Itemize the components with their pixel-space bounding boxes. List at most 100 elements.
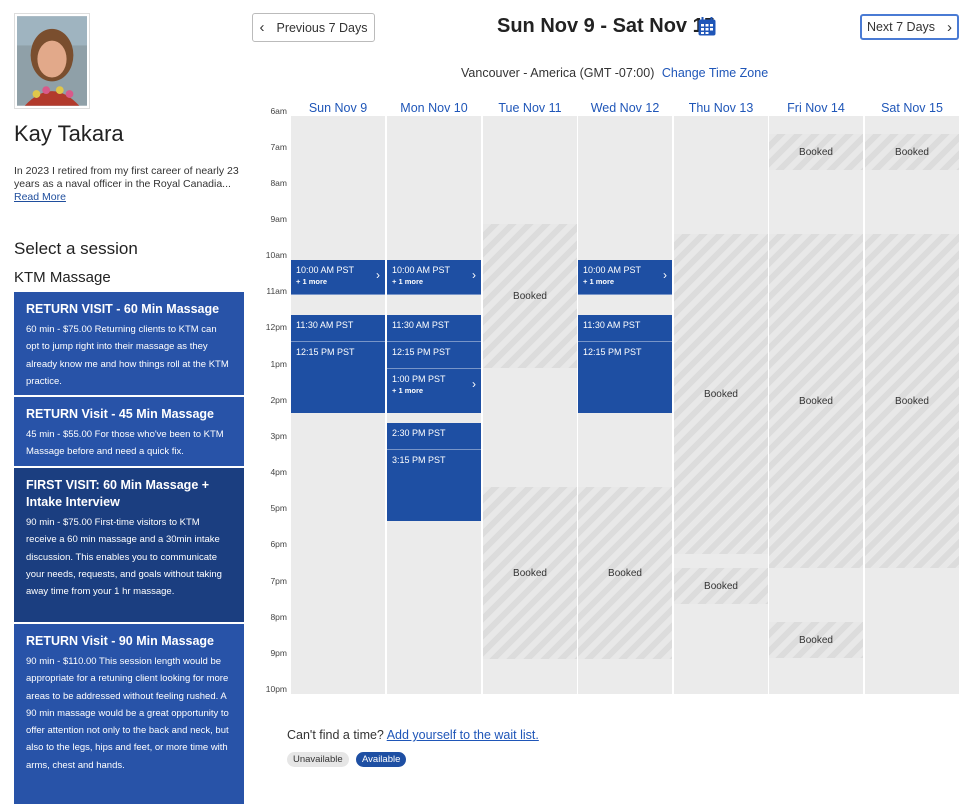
- time-slot-mon-1430[interactable]: 2:30 PM PST: [387, 423, 481, 450]
- booked-block: Booked: [769, 234, 863, 568]
- hour-label: 6am: [270, 106, 287, 116]
- legend-available: Available: [356, 752, 407, 767]
- booked-block: Booked: [674, 234, 768, 554]
- hour-label: 9pm: [270, 648, 287, 658]
- session-desc: 45 min - $55.00 For those who've been to…: [26, 429, 224, 458]
- hour-label: 8pm: [270, 612, 287, 622]
- time-slot-wed-1130[interactable]: 11:30 AM PST: [578, 315, 672, 342]
- slot-time: 1:00 PM PST: [392, 374, 446, 384]
- calendar-icon[interactable]: [698, 17, 716, 36]
- session-card-first-visit[interactable]: FIRST VISIT: 60 Min Massage + Intake Int…: [14, 468, 244, 622]
- time-slot-mon-1000[interactable]: 10:00 AM PST + 1 more ›: [387, 260, 481, 295]
- booked-block: Booked: [769, 134, 863, 170]
- next-label: Next 7 Days: [866, 20, 936, 34]
- booked-block: Booked: [769, 622, 863, 658]
- slot-more: + 1 more: [392, 277, 424, 286]
- day-header-fri: Fri Nov 14: [787, 101, 845, 115]
- change-time-zone-link[interactable]: Change Time Zone: [662, 66, 768, 80]
- session-category: KTM Massage: [14, 269, 111, 286]
- hour-label: 10am: [265, 250, 287, 260]
- hour-label: 2pm: [270, 395, 287, 405]
- booked-block: Booked: [674, 568, 768, 604]
- hour-label: 12pm: [265, 322, 287, 332]
- slot-time: 11:30 AM PST: [392, 320, 450, 330]
- chevron-right-icon: ›: [376, 268, 380, 282]
- chevron-left-icon: ‹: [259, 19, 265, 36]
- wait-list-row: Can't find a time? Add yourself to the w…: [287, 728, 539, 742]
- hour-label: 10pm: [265, 684, 287, 694]
- time-slot-mon-1515[interactable]: 3:15 PM PST: [387, 450, 481, 521]
- hour-label: 11am: [266, 286, 287, 296]
- day-header-sat: Sat Nov 15: [881, 101, 943, 115]
- select-session-heading: Select a session: [14, 239, 138, 258]
- slot-more: + 1 more: [392, 386, 424, 395]
- day-header-tue: Tue Nov 11: [498, 101, 562, 115]
- slot-time: 12:15 PM PST: [392, 347, 451, 357]
- slot-more: + 1 more: [583, 277, 615, 286]
- provider-bio: In 2023 I retired from my first career o…: [14, 165, 240, 204]
- time-slot-mon-1300[interactable]: 1:00 PM PST + 1 more ›: [387, 369, 481, 413]
- booked-block: Booked: [578, 487, 672, 659]
- time-slot-mon-1130[interactable]: 11:30 AM PST: [387, 315, 481, 342]
- day-header-mon: Mon Nov 10: [400, 101, 468, 115]
- slot-time: 11:30 AM PST: [583, 320, 641, 330]
- slot-more: + 1 more: [296, 277, 328, 286]
- session-card-return-90[interactable]: RETURN Visit - 90 Min Massage 90 min - $…: [14, 624, 244, 804]
- hour-label: 6pm: [270, 539, 287, 549]
- booked-block: Booked: [865, 234, 959, 568]
- session-card-return-45[interactable]: RETURN Visit - 45 Min Massage 45 min - $…: [14, 397, 244, 466]
- provider-name: Kay Takara: [14, 121, 124, 146]
- time-slot-sun-1215[interactable]: 12:15 PM PST: [291, 342, 385, 413]
- session-desc: 90 min - $75.00 First-time visitors to K…: [26, 517, 222, 598]
- read-more-link[interactable]: Read More: [14, 191, 66, 203]
- next-7-days-button[interactable]: Next 7 Days ›: [860, 14, 959, 40]
- session-desc: 90 min - $110.00 This session length wou…: [26, 656, 229, 771]
- booked-block: Booked: [865, 134, 959, 170]
- provider-photo-image: [17, 16, 87, 106]
- day-header-sun: Sun Nov 9: [308, 101, 368, 115]
- wait-list-link[interactable]: Add yourself to the wait list.: [387, 728, 539, 742]
- chevron-right-icon: ›: [663, 268, 667, 282]
- booked-block: Booked: [483, 224, 577, 368]
- chevron-right-icon: ›: [947, 18, 953, 36]
- day-header-thu: Thu Nov 13: [688, 101, 754, 115]
- booked-block: Booked: [483, 487, 577, 659]
- chevron-right-icon: ›: [472, 377, 476, 391]
- time-slot-mon-1215[interactable]: 12:15 PM PST: [387, 342, 481, 369]
- wait-list-prompt: Can't find a time?: [287, 728, 384, 742]
- chevron-right-icon: ›: [472, 268, 476, 282]
- provider-bio-text: In 2023 I retired from my first career o…: [14, 165, 239, 190]
- hour-label: 7am: [270, 142, 287, 152]
- slot-time: 10:00 AM PST: [392, 265, 451, 275]
- session-title: FIRST VISIT: 60 Min Massage + Intake Int…: [26, 478, 210, 509]
- time-slot-wed-1215[interactable]: 12:15 PM PST: [578, 342, 672, 413]
- slot-time: 10:00 AM PST: [296, 265, 355, 275]
- hour-label: 1pm: [270, 359, 287, 369]
- slot-time: 3:15 PM PST: [392, 455, 446, 465]
- hour-label: 3pm: [270, 431, 287, 441]
- hour-label: 7pm: [270, 576, 287, 586]
- hour-label: 4pm: [270, 467, 287, 477]
- time-slot-sun-1000[interactable]: 10:00 AM PST + 1 more ›: [291, 260, 385, 295]
- previous-label: Previous 7 Days: [276, 20, 368, 35]
- timezone-row: Vancouver - America (GMT -07:00) Change …: [461, 66, 768, 80]
- session-title: RETURN Visit - 45 Min Massage: [26, 407, 215, 421]
- date-range-title: Sun Nov 9 - Sat Nov 15: [497, 15, 715, 37]
- session-title: RETURN Visit - 90 Min Massage: [26, 634, 215, 648]
- hour-label: 5pm: [270, 503, 287, 513]
- session-desc: 60 min - $75.00 Returning clients to KTM…: [26, 324, 229, 387]
- time-slot-sun-1130[interactable]: 11:30 AM PST: [291, 315, 385, 342]
- day-header-wed: Wed Nov 12: [590, 101, 660, 115]
- slot-time: 12:15 PM PST: [296, 347, 355, 357]
- slot-time: 10:00 AM PST: [583, 265, 642, 275]
- slot-time: 11:30 AM PST: [296, 320, 354, 330]
- slot-time: 12:15 PM PST: [583, 347, 642, 357]
- slot-time: 2:30 PM PST: [392, 428, 446, 438]
- time-slot-wed-1000[interactable]: 10:00 AM PST + 1 more ›: [578, 260, 672, 295]
- hour-label: 8am: [270, 178, 287, 188]
- legend-unavailable: Unavailable: [287, 752, 349, 767]
- session-card-return-60[interactable]: RETURN VISIT - 60 Min Massage 60 min - $…: [14, 292, 244, 395]
- hour-label: 9am: [270, 214, 287, 224]
- previous-7-days-button[interactable]: ‹ Previous 7 Days: [252, 13, 375, 42]
- timezone-label: Vancouver - America (GMT -07:00): [461, 66, 655, 80]
